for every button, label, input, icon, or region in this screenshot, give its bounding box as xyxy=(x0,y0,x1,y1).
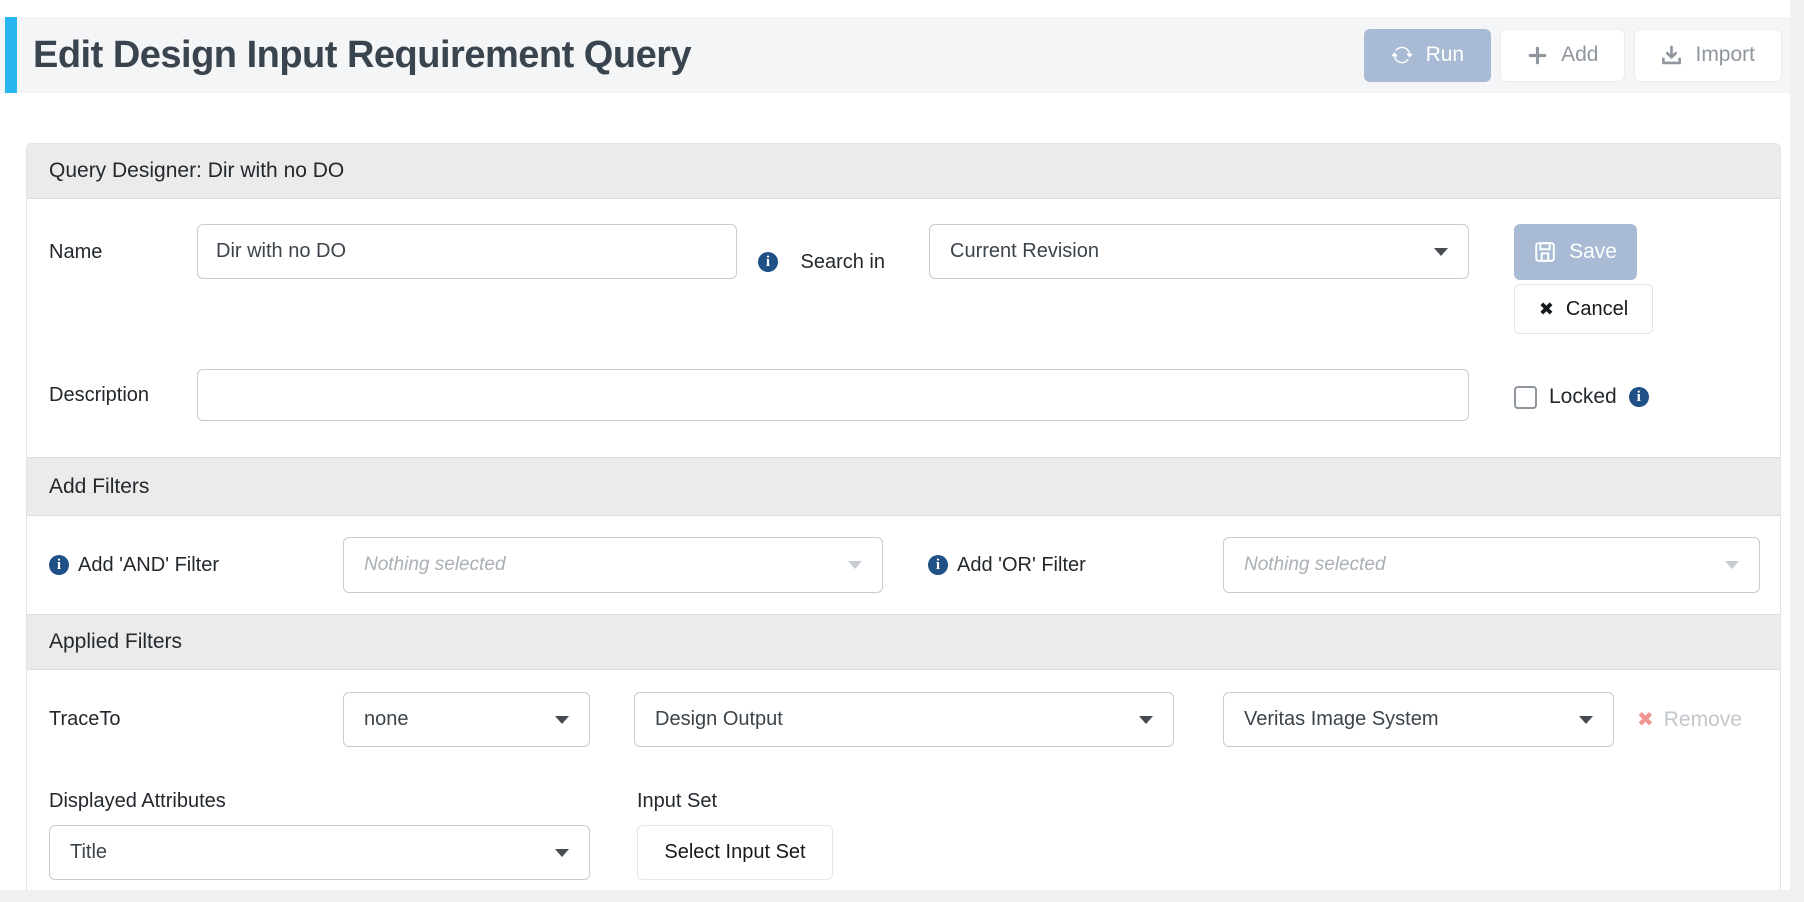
refresh-icon xyxy=(1391,44,1413,66)
run-button-label: Run xyxy=(1426,43,1465,67)
floppy-disk-icon xyxy=(1534,241,1556,263)
info-icon[interactable]: i xyxy=(928,555,948,575)
accent-bar xyxy=(5,17,17,93)
displayed-attributes-label: Displayed Attributes xyxy=(49,786,226,816)
input-set-label: Input Set xyxy=(637,786,717,816)
chevron-down-icon xyxy=(555,849,569,857)
query-designer-section-header: Query Designer: Dir with no DO xyxy=(27,144,1780,199)
locked-label: Locked xyxy=(1549,385,1617,409)
and-filter-label-group: i Add 'AND' Filter xyxy=(49,537,219,593)
search-in-label: Search in xyxy=(785,249,885,275)
add-filters-section-title: Add Filters xyxy=(49,475,149,499)
or-filter-placeholder: Nothing selected xyxy=(1244,554,1725,576)
chevron-down-icon xyxy=(555,716,569,724)
select-input-set-button[interactable]: Select Input Set xyxy=(637,825,833,880)
search-in-select[interactable]: Current Revision xyxy=(929,224,1469,279)
x-icon: ✖ xyxy=(1539,300,1554,318)
applied-filters-section-title: Applied Filters xyxy=(49,630,182,654)
locked-group: Locked i xyxy=(1514,382,1649,412)
displayed-attributes-select[interactable]: Title xyxy=(49,825,590,880)
description-input[interactable] xyxy=(197,369,1469,421)
horizontal-scrollbar[interactable] xyxy=(0,890,1804,902)
header-toolbar: Run Add Import xyxy=(1364,29,1782,82)
displayed-attributes-selected-value: Title xyxy=(70,841,555,864)
system-select[interactable]: Veritas Image System xyxy=(1223,692,1614,747)
chevron-down-icon xyxy=(848,561,862,569)
name-input[interactable] xyxy=(197,224,737,279)
page-header: Edit Design Input Requirement Query Run xyxy=(0,17,1804,93)
name-label: Name xyxy=(49,224,102,280)
page: Edit Design Input Requirement Query Run xyxy=(0,0,1804,902)
or-filter-label: Add 'OR' Filter xyxy=(957,554,1086,577)
vertical-scrollbar[interactable] xyxy=(1790,0,1804,902)
trace-type-selected-value: none xyxy=(364,708,555,731)
remove-filter-button[interactable]: ✖ Remove xyxy=(1637,692,1742,747)
info-icon[interactable]: i xyxy=(1629,387,1649,407)
locked-checkbox[interactable] xyxy=(1514,386,1537,409)
query-designer-panel: Query Designer: Dir with no DO Name i Se… xyxy=(26,143,1781,893)
chevron-down-icon xyxy=(1725,561,1739,569)
or-filter-label-group: i Add 'OR' Filter xyxy=(928,537,1086,593)
plus-icon xyxy=(1527,45,1548,66)
add-filters-section-header: Add Filters xyxy=(27,457,1780,516)
and-filter-select[interactable]: Nothing selected xyxy=(343,537,883,593)
chevron-down-icon xyxy=(1434,248,1448,256)
download-icon xyxy=(1661,45,1682,66)
search-in-group: i Search in xyxy=(758,232,885,292)
save-button[interactable]: Save xyxy=(1514,224,1637,280)
system-selected-value: Veritas Image System xyxy=(1244,708,1579,731)
save-button-label: Save xyxy=(1569,240,1617,264)
page-title: Edit Design Input Requirement Query xyxy=(33,34,691,77)
or-filter-select[interactable]: Nothing selected xyxy=(1223,537,1760,593)
and-filter-placeholder: Nothing selected xyxy=(364,554,848,576)
info-icon[interactable]: i xyxy=(49,555,69,575)
search-in-selected-value: Current Revision xyxy=(950,240,1434,263)
remove-filter-label: Remove xyxy=(1664,708,1742,732)
add-button[interactable]: Add xyxy=(1500,29,1625,82)
target-type-selected-value: Design Output xyxy=(655,708,1139,731)
cancel-button-label: Cancel xyxy=(1566,298,1628,321)
chevron-down-icon xyxy=(1139,716,1153,724)
info-icon[interactable]: i xyxy=(758,252,778,272)
import-button-label: Import xyxy=(1695,43,1755,67)
description-label: Description xyxy=(49,369,149,421)
add-button-label: Add xyxy=(1561,43,1598,67)
applied-filters-section-header: Applied Filters xyxy=(27,614,1780,670)
chevron-down-icon xyxy=(1579,716,1593,724)
run-button[interactable]: Run xyxy=(1364,29,1492,82)
applied-filter-name: TraceTo xyxy=(49,692,121,747)
trace-type-select[interactable]: none xyxy=(343,692,590,747)
select-input-set-button-label: Select Input Set xyxy=(664,841,805,864)
cancel-button[interactable]: ✖ Cancel xyxy=(1514,284,1653,334)
query-designer-section-title: Query Designer: Dir with no DO xyxy=(49,159,344,183)
target-type-select[interactable]: Design Output xyxy=(634,692,1174,747)
and-filter-label: Add 'AND' Filter xyxy=(78,554,219,577)
import-button[interactable]: Import xyxy=(1634,29,1782,82)
x-icon: ✖ xyxy=(1637,710,1654,730)
